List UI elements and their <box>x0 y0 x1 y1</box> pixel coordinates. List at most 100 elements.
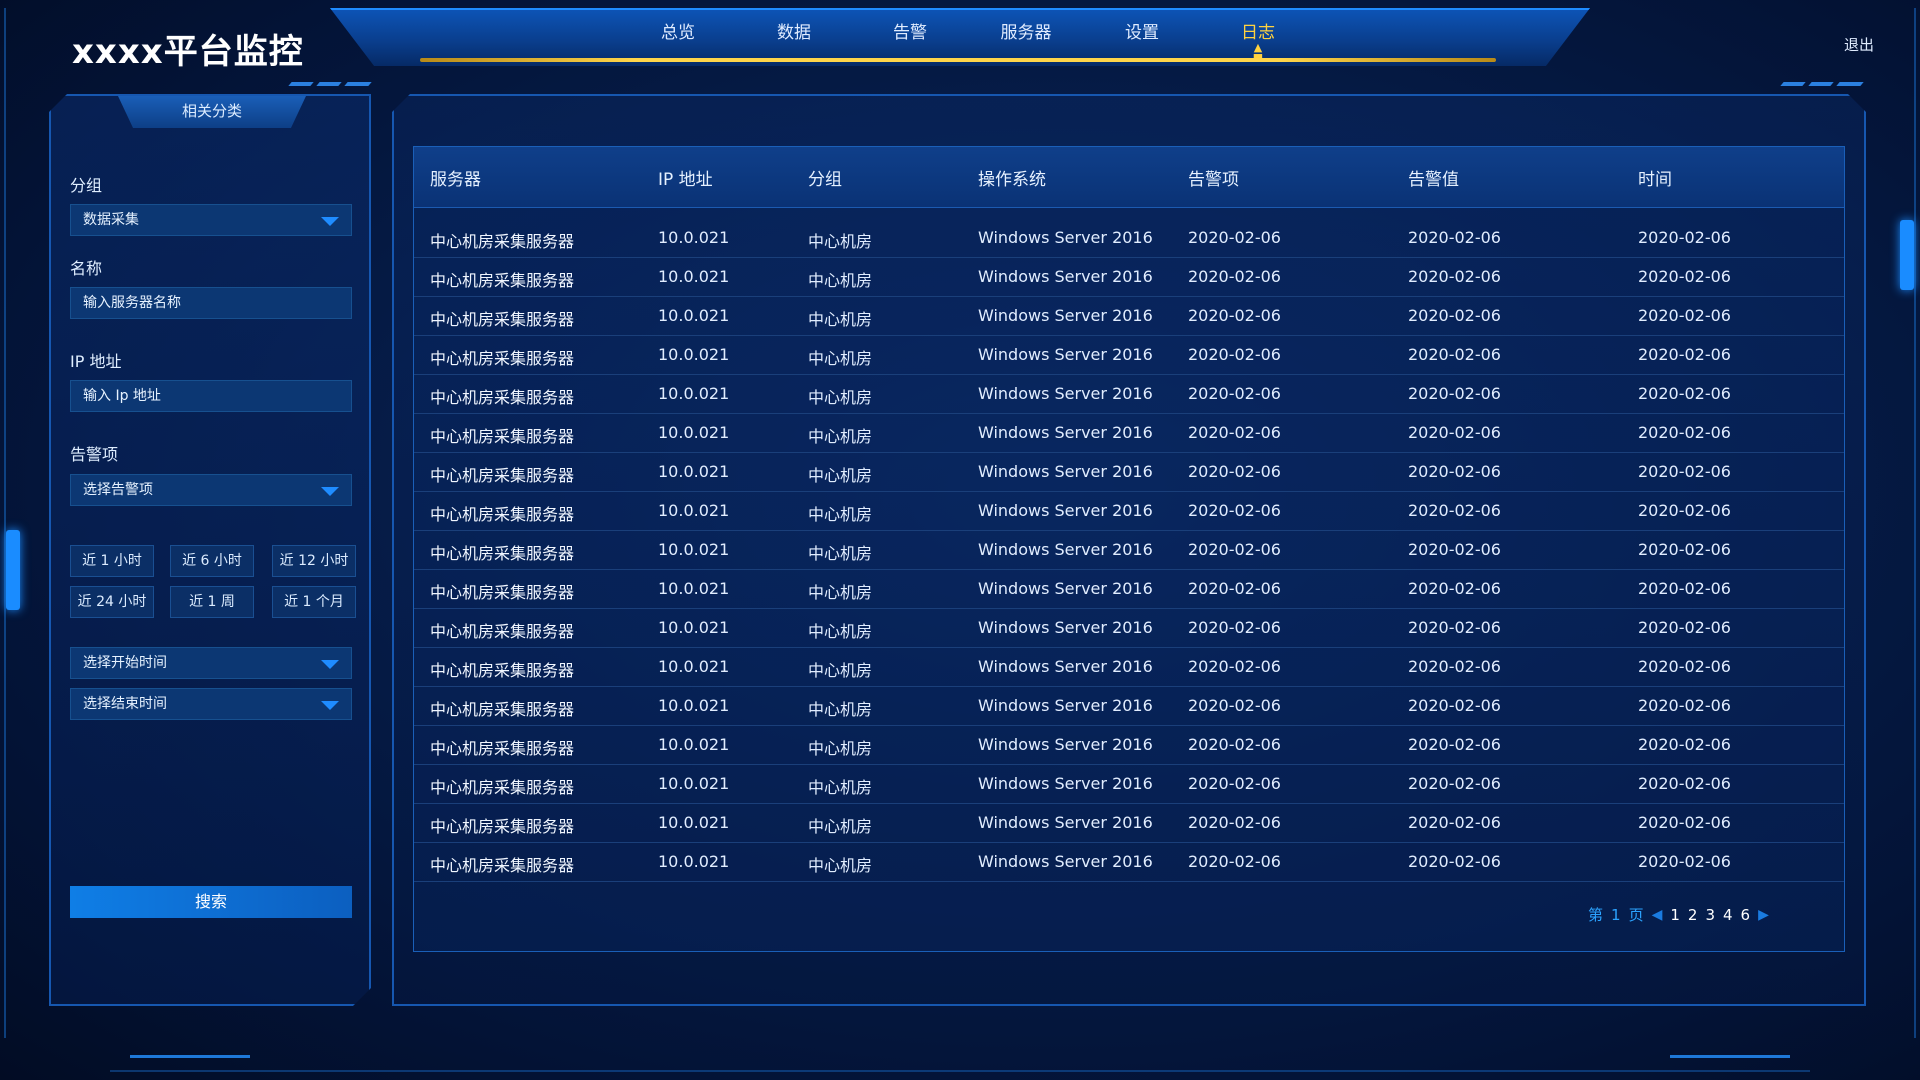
nav-overview[interactable]: 总览 <box>620 18 736 43</box>
time-1m-button[interactable]: 近 1 个月 <box>272 586 356 618</box>
name-label: 名称 <box>70 259 103 278</box>
group-label: 分组 <box>70 176 103 195</box>
cell-group: 中心机房 <box>808 856 873 875</box>
cell-os: Windows Server 2016 <box>978 267 1153 286</box>
table-row[interactable]: 中心机房采集服务器 10.0.021 中心机房 Windows Server 2016… <box>414 569 1844 609</box>
end-time-select[interactable]: 选择结束时间 <box>70 688 352 720</box>
name-input[interactable]: 输入服务器名称 <box>70 287 352 319</box>
table-row[interactable]: 中心机房采集服务器 10.0.021 中心机房 Windows Server 2016… <box>414 218 1844 258</box>
ip-input[interactable]: 输入 Ip 地址 <box>70 380 352 412</box>
cell-os: Windows Server 2016 <box>978 579 1153 598</box>
time-12h-button[interactable]: 近 12 小时 <box>272 545 356 577</box>
table-row[interactable]: 中心机房采集服务器 10.0.021 中心机房 Windows Server 2016… <box>414 335 1844 375</box>
table-row[interactable]: 中心机房采集服务器 10.0.021 中心机房 Windows Server 2016… <box>414 374 1844 414</box>
pager-current: 1 <box>1611 905 1621 924</box>
cell-ip: 10.0.021 <box>658 696 730 715</box>
cell-group: 中心机房 <box>808 583 873 602</box>
deco-dash <box>344 82 372 86</box>
cell-server: 中心机房采集服务器 <box>430 583 575 602</box>
end-time-value: 选择结束时间 <box>83 696 167 712</box>
nav-server[interactable]: 服务器 <box>968 18 1084 43</box>
page-6[interactable]: 6 <box>1741 906 1751 924</box>
table-row[interactable]: 中心机房采集服务器 10.0.021 中心机房 Windows Server 2016… <box>414 257 1844 297</box>
cell-time: 2020-02-06 <box>1638 345 1731 364</box>
cell-server: 中心机房采集服务器 <box>430 310 575 329</box>
page-2[interactable]: 2 <box>1688 906 1698 924</box>
cell-ip: 10.0.021 <box>658 618 730 637</box>
page-4[interactable]: 4 <box>1723 906 1733 924</box>
cell-os: Windows Server 2016 <box>978 696 1153 715</box>
cell-os: Windows Server 2016 <box>978 345 1153 364</box>
cell-os: Windows Server 2016 <box>978 657 1153 676</box>
logout-button[interactable]: 退出 <box>1844 34 1874 55</box>
cell-alarm-value: 2020-02-06 <box>1408 501 1501 520</box>
bottom-glow-left <box>130 1055 250 1058</box>
start-time-select[interactable]: 选择开始时间 <box>70 647 352 679</box>
table-row[interactable]: 中心机房采集服务器 10.0.021 中心机房 Windows Server 2016… <box>414 764 1844 804</box>
table-row[interactable]: 中心机房采集服务器 10.0.021 中心机房 Windows Server 2016… <box>414 686 1844 726</box>
app-title: xxxx平台监控 <box>72 32 304 72</box>
main-nav: 总览 数据 告警 服务器 设置 日志 ▲ ▬ <box>620 18 1316 61</box>
cell-alarm-value: 2020-02-06 <box>1408 852 1501 871</box>
header-os: 操作系统 <box>978 170 1046 190</box>
cell-alarm-item: 2020-02-06 <box>1188 423 1281 442</box>
cell-alarm-value: 2020-02-06 <box>1408 657 1501 676</box>
time-24h-button[interactable]: 近 24 小时 <box>70 586 154 618</box>
cell-time: 2020-02-06 <box>1638 228 1731 247</box>
cell-group: 中心机房 <box>808 427 873 446</box>
cell-server: 中心机房采集服务器 <box>430 622 575 641</box>
table-row[interactable]: 中心机房采集服务器 10.0.021 中心机房 Windows Server 2016… <box>414 530 1844 570</box>
table-row[interactable]: 中心机房采集服务器 10.0.021 中心机房 Windows Server 2016… <box>414 725 1844 765</box>
cell-group: 中心机房 <box>808 271 873 290</box>
frame-right <box>1908 8 1916 1038</box>
cell-alarm-value: 2020-02-06 <box>1408 423 1501 442</box>
cell-ip: 10.0.021 <box>658 540 730 559</box>
table-row[interactable]: 中心机房采集服务器 10.0.021 中心机房 Windows Server 2016… <box>414 647 1844 687</box>
alarm-label: 告警项 <box>70 445 119 464</box>
nav-settings[interactable]: 设置 <box>1084 18 1200 43</box>
search-button[interactable]: 搜索 <box>70 886 352 918</box>
table-row[interactable]: 中心机房采集服务器 10.0.021 中心机房 Windows Server 2016… <box>414 413 1844 453</box>
cell-group: 中心机房 <box>808 310 873 329</box>
cell-os: Windows Server 2016 <box>978 228 1153 247</box>
chevron-left-icon[interactable]: ◀ <box>1652 907 1663 923</box>
page-3[interactable]: 3 <box>1705 906 1715 924</box>
cell-time: 2020-02-06 <box>1638 267 1731 286</box>
cell-os: Windows Server 2016 <box>978 384 1153 403</box>
active-caret-icon: ▲ ▬ <box>1252 41 1264 62</box>
cell-time: 2020-02-06 <box>1638 696 1731 715</box>
table-row[interactable]: 中心机房采集服务器 10.0.021 中心机房 Windows Server 2016… <box>414 296 1844 336</box>
nav-data[interactable]: 数据 <box>736 18 852 43</box>
cell-ip: 10.0.021 <box>658 852 730 871</box>
time-1h-button[interactable]: 近 1 小时 <box>70 545 154 577</box>
cell-server: 中心机房采集服务器 <box>430 427 575 446</box>
cell-group: 中心机房 <box>808 505 873 524</box>
cell-alarm-item: 2020-02-06 <box>1188 501 1281 520</box>
cell-os: Windows Server 2016 <box>978 540 1153 559</box>
time-6h-button[interactable]: 近 6 小时 <box>170 545 254 577</box>
cell-server: 中心机房采集服务器 <box>430 856 575 875</box>
group-select[interactable]: 数据采集 <box>70 204 352 236</box>
table-row[interactable]: 中心机房采集服务器 10.0.021 中心机房 Windows Server 2016… <box>414 842 1844 882</box>
page-1[interactable]: 1 <box>1670 906 1680 924</box>
cell-group: 中心机房 <box>808 778 873 797</box>
table-row[interactable]: 中心机房采集服务器 10.0.021 中心机房 Windows Server 2016… <box>414 803 1844 843</box>
cell-ip: 10.0.021 <box>658 735 730 754</box>
nav-alarm[interactable]: 告警 <box>852 18 968 43</box>
table-row[interactable]: 中心机房采集服务器 10.0.021 中心机房 Windows Server 2016… <box>414 452 1844 492</box>
header: xxxx平台监控 总览 数据 告警 服务器 设置 日志 ▲ ▬ 退出 <box>0 0 1920 90</box>
frame-bottom <box>110 1070 1810 1072</box>
table-row[interactable]: 中心机房采集服务器 10.0.021 中心机房 Windows Server 2016… <box>414 491 1844 531</box>
header-alarm-item: 告警项 <box>1188 170 1239 190</box>
nav-log[interactable]: 日志 ▲ ▬ <box>1200 18 1316 61</box>
deco-dash <box>288 82 314 86</box>
chevron-down-icon <box>321 701 339 710</box>
chevron-right-icon[interactable]: ▶ <box>1758 907 1769 923</box>
cell-group: 中心机房 <box>808 544 873 563</box>
cell-alarm-value: 2020-02-06 <box>1408 774 1501 793</box>
header-alarm-value: 告警值 <box>1408 170 1459 190</box>
table-row[interactable]: 中心机房采集服务器 10.0.021 中心机房 Windows Server 2016… <box>414 608 1844 648</box>
chevron-down-icon <box>321 217 339 226</box>
alarm-select[interactable]: 选择告警项 <box>70 474 352 506</box>
time-1w-button[interactable]: 近 1 周 <box>170 586 254 618</box>
